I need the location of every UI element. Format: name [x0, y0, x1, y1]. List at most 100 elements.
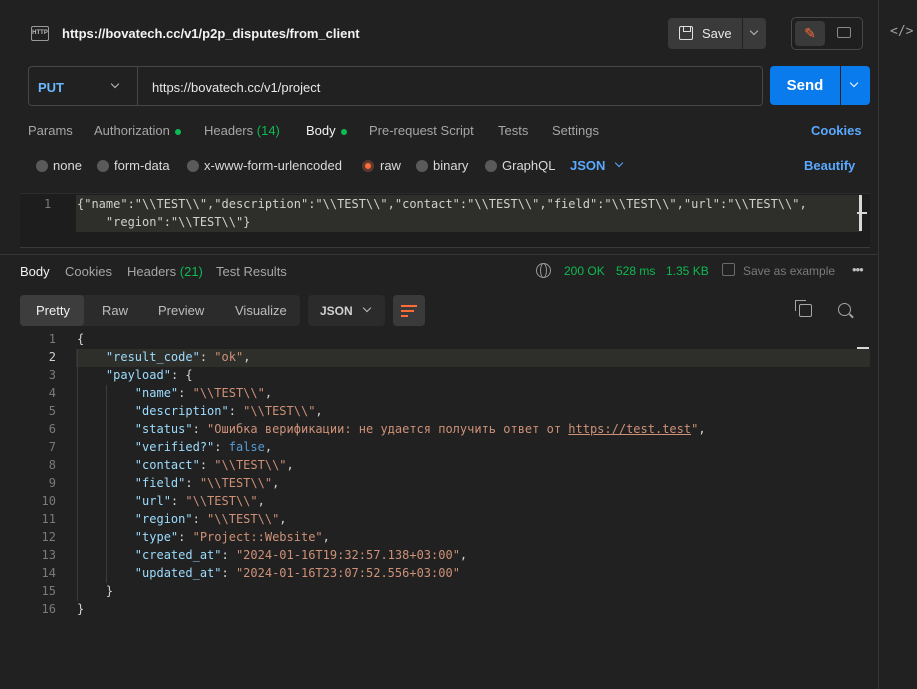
radio-label-form-data[interactable]: form-data — [114, 158, 170, 173]
response-size[interactable]: 1.35 KB — [666, 264, 709, 278]
radio-label-graphql[interactable]: GraphQL — [502, 158, 555, 173]
radio-raw[interactable] — [362, 160, 374, 172]
code-line: "result_code": "ok", — [105, 350, 251, 364]
status-code[interactable]: 200 OK — [564, 264, 605, 278]
line-number: 9 — [48, 476, 56, 490]
chevron-down-icon — [362, 303, 372, 313]
chevron-down-icon — [749, 26, 759, 36]
tab-count: (14) — [256, 123, 280, 138]
save-icon — [679, 26, 693, 40]
radio-label-binary[interactable]: binary — [433, 158, 468, 173]
line-number: 1 — [48, 332, 56, 346]
editor-scrollbar[interactable] — [857, 347, 869, 349]
response-tab-body[interactable]: Body — [20, 264, 50, 279]
line-number: 5 — [48, 404, 56, 418]
response-tab-headers[interactable]: Headers (21) — [127, 264, 203, 279]
line-number: 4 — [48, 386, 56, 400]
method-select[interactable]: PUT — [38, 80, 64, 95]
globe-icon[interactable] — [536, 263, 551, 278]
http-request-icon: HTTP — [31, 26, 49, 41]
chevron-down-icon — [849, 78, 859, 88]
line-number: 13 — [41, 548, 56, 562]
radio-label-raw[interactable]: raw — [380, 158, 401, 173]
tab-label: Authorization — [94, 123, 170, 138]
tab-label: Body — [306, 123, 336, 138]
url-divider — [137, 67, 138, 105]
code-line: "type": "Project::Website", — [134, 530, 330, 544]
radio-label-x-www-form-urlencoded[interactable]: x-www-form-urlencoded — [204, 158, 342, 173]
response-format-select[interactable]: JSON — [308, 295, 385, 326]
pane-divider[interactable] — [0, 254, 878, 255]
pencil-icon: ✎ — [804, 25, 816, 41]
code-line: "field": "\\TEST\\", — [134, 476, 280, 490]
request-title[interactable]: https://bovatech.cc/v1/p2p_disputes/from… — [62, 26, 360, 41]
right-sidebar — [878, 0, 917, 689]
wrap-lines-button[interactable] — [393, 295, 425, 326]
radio-binary[interactable] — [416, 160, 428, 172]
copy-icon[interactable] — [795, 300, 812, 317]
tab-tests[interactable]: Tests — [498, 123, 528, 138]
comment-mode-button[interactable] — [829, 21, 859, 46]
more-options-icon[interactable]: ••• — [852, 262, 864, 277]
url-bar — [28, 66, 763, 106]
save-button[interactable]: Save — [668, 18, 742, 49]
response-link[interactable]: https://test.test — [568, 422, 691, 436]
radio-none[interactable] — [36, 160, 48, 172]
tab-pre-request-script[interactable]: Pre-request Script — [369, 123, 474, 138]
line-number: 6 — [48, 422, 56, 436]
save-button-label: Save — [702, 26, 732, 41]
radio-label-none[interactable]: none — [53, 158, 82, 173]
wrap-lines-icon — [401, 303, 417, 317]
radio-graphql[interactable] — [485, 160, 497, 172]
code-line: "description": "\\TEST\\", — [134, 404, 323, 418]
view-tab-pretty[interactable]: Pretty — [36, 303, 70, 318]
beautify-button[interactable]: Beautify — [804, 158, 855, 173]
line-number: 2 — [48, 350, 56, 364]
request-body-line: "region":"\\TEST\\"} — [77, 215, 251, 229]
line-number: 10 — [41, 494, 56, 508]
save-dropdown-button[interactable] — [743, 18, 766, 49]
tab-headers[interactable]: Headers (14) — [204, 123, 280, 138]
url-input[interactable]: https://bovatech.cc/v1/project — [152, 80, 320, 95]
tab-count: (21) — [179, 264, 203, 279]
cookies-link[interactable]: Cookies — [811, 123, 862, 138]
line-number: 11 — [41, 512, 56, 526]
tab-label: Settings — [552, 123, 599, 138]
editor-scrollbar[interactable] — [857, 195, 867, 231]
tab-settings[interactable]: Settings — [552, 123, 599, 138]
edit-mode-button[interactable]: ✎ — [795, 21, 825, 46]
response-tab-test-results[interactable]: Test Results — [216, 264, 287, 279]
line-number: 8 — [48, 458, 56, 472]
chevron-down-icon — [614, 158, 624, 168]
send-button[interactable]: Send — [770, 66, 840, 105]
tab-label: Headers — [204, 123, 254, 138]
tab-label: Pre-request Script — [369, 123, 474, 138]
code-line: "contact": "\\TEST\\", — [134, 458, 294, 472]
code-line: } — [105, 584, 114, 598]
tab-body[interactable]: Body — [306, 123, 347, 138]
response-time[interactable]: 528 ms — [616, 264, 655, 278]
tab-authorization[interactable]: Authorization — [94, 123, 181, 138]
code-line: "updated_at": "2024-01-16T23:07:52.556+0… — [134, 566, 460, 580]
save-as-example-button[interactable]: Save as example — [743, 264, 835, 278]
code-snippet-icon[interactable]: </> — [890, 24, 913, 44]
comment-icon — [837, 27, 851, 38]
view-tab-raw[interactable]: Raw — [102, 303, 128, 318]
radio-x-www-form-urlencoded[interactable] — [187, 160, 199, 172]
body-format-select[interactable]: JSON — [570, 158, 605, 173]
tab-label: Tests — [498, 123, 529, 138]
code-line: "region": "\\TEST\\", — [134, 512, 287, 526]
tab-params[interactable]: Params — [28, 123, 73, 138]
send-dropdown-button[interactable] — [841, 66, 870, 105]
search-icon[interactable] — [838, 303, 851, 316]
tab-label: Headers — [127, 264, 177, 279]
code-line: "verified?": false, — [134, 440, 273, 454]
response-tab-cookies[interactable]: Cookies — [65, 264, 112, 279]
view-tab-preview[interactable]: Preview — [158, 303, 204, 318]
request-body-line: {"name":"\\TEST\\","description":"\\TEST… — [77, 197, 807, 211]
line-number: 1 — [44, 197, 52, 211]
radio-form-data[interactable] — [97, 160, 109, 172]
code-line: "created_at": "2024-01-16T19:32:57.138+0… — [134, 548, 468, 562]
code-line: "status": "Ошибка верификации: не удаетс… — [134, 422, 706, 436]
view-tab-visualize[interactable]: Visualize — [235, 303, 287, 318]
